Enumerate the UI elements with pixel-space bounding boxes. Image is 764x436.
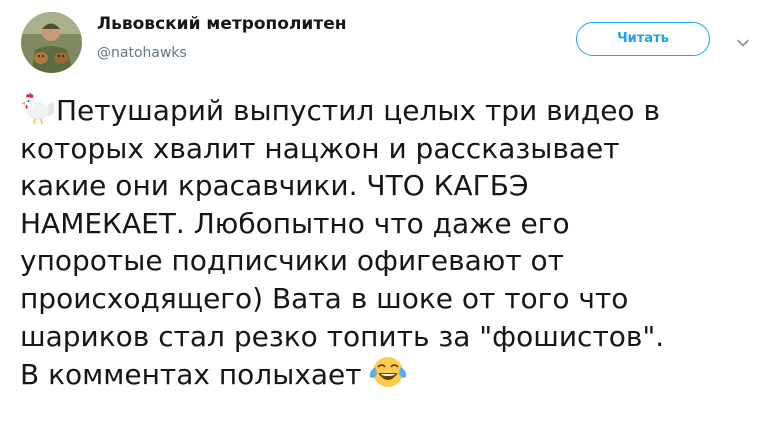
tweet-line: шариков стал резко топить за "фошистов". [20, 319, 665, 353]
tweet-line: которых хвалит нацжон и рассказывает [20, 131, 620, 165]
avatar[interactable] [21, 12, 82, 73]
tweet-line: В комментах полыхает [20, 358, 362, 392]
rooster-emoji-icon [20, 91, 56, 125]
user-handle[interactable]: @natohawks [97, 45, 187, 61]
tears-of-joy-emoji-icon [368, 355, 408, 389]
tweet-line: какие они красавчики. ЧТО КАГБЭ [20, 169, 529, 203]
tweet-line: НАМЕКАЕТ. Любопытно что даже его [20, 206, 570, 240]
tweet-line: упоротые подписчики офигевают от [20, 244, 564, 278]
follow-button[interactable]: Читать [576, 22, 710, 56]
chevron-down-icon[interactable] [736, 33, 750, 47]
tweet-text: Петушарий выпустил целых три видео в кот… [20, 91, 756, 394]
tweet-line: Петушарий выпустил целых три видео в [56, 94, 660, 127]
display-name[interactable]: Львовский метрополитен [97, 14, 346, 34]
tweet: Львовский метрополитен @natohawks Читать [0, 0, 764, 436]
tweet-line: происходящего) Вата в шоке от того что [20, 281, 629, 315]
